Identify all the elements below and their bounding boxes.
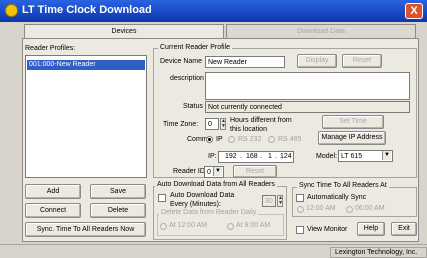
model-label: Model: (316, 153, 338, 160)
status-value: Not currently connected (205, 101, 410, 113)
view-monitor-label: View Monitor (307, 226, 348, 233)
comm-rs485-radio[interactable] (268, 136, 275, 143)
exit-button[interactable]: Exit (391, 222, 417, 236)
time-zone-label: Time Zone: (163, 121, 199, 128)
delete-12am-label: At 12:00 AM (169, 222, 208, 229)
description-label: description (170, 75, 204, 82)
ip-dot-2: . (260, 153, 262, 160)
chevron-down-icon[interactable]: ▼ (382, 151, 391, 160)
device-name-label: Device Name (160, 58, 203, 65)
comm-ip-label: IP (216, 136, 223, 143)
reader-profiles-label: Reader Profiles: (25, 45, 76, 52)
help-button[interactable]: Help (357, 222, 385, 236)
model-value: LT 615 (341, 153, 363, 160)
tab-download-data[interactable]: Download Data (226, 24, 416, 38)
ip-dot-3: . (275, 153, 277, 160)
close-button[interactable]: X (405, 3, 423, 19)
ip-dot-1: . (240, 153, 242, 160)
company-label: Lexington Technology, Inc. (330, 247, 427, 258)
set-time-button[interactable]: Set Time (322, 115, 384, 129)
ip-label: IP: (208, 153, 217, 160)
ip-octet-1: 192 (225, 153, 237, 160)
auto-download-checkbox[interactable] (158, 194, 166, 202)
ip-octet-2: 168 (246, 153, 258, 160)
sync-12am-label: 12:00 AM (306, 205, 336, 212)
tab-devices[interactable]: Devices (24, 24, 224, 38)
status-label: Status (183, 103, 203, 110)
sync-time-group-label: Sync Time To All Readers At (297, 182, 389, 189)
comm-rs232-label: RS 232 (238, 136, 262, 143)
minutes-input[interactable]: 30 (262, 195, 276, 207)
add-button[interactable]: Add (25, 184, 81, 199)
manage-ip-button[interactable]: Manage IP Address (318, 131, 386, 145)
reader-id-value: 0 (207, 169, 211, 176)
sync-6am-radio[interactable] (346, 206, 353, 213)
window-title: LT Time Clock Download (22, 4, 152, 16)
ip-octet-3: 1 (268, 153, 272, 160)
connect-button[interactable]: Connect (25, 203, 81, 218)
reset-button[interactable]: Reset (342, 54, 382, 68)
minutes-spinner[interactable]: ▲ ▼ (277, 195, 283, 207)
sync-time-all-button[interactable]: Sync. Time To All Readers Now (25, 222, 146, 237)
sync-time-group (292, 187, 417, 217)
auto-download-label-1: Auto Download Data (170, 192, 235, 199)
delete-9am-label: At 9:00 AM (236, 222, 271, 229)
device-name-input[interactable]: New Reader (205, 56, 285, 68)
sync-6am-label: 06:00 AM (355, 205, 385, 212)
comm-rs232-radio[interactable] (228, 136, 235, 143)
description-input[interactable] (205, 72, 410, 100)
auto-sync-label: Automatically Sync (307, 194, 367, 201)
list-item[interactable]: 001:000-New Reader (27, 60, 145, 70)
display-button[interactable]: Display (297, 54, 337, 68)
auto-sync-checkbox[interactable] (296, 194, 304, 202)
comm-rs485-label: RS 485 (278, 136, 302, 143)
reader-id-label: Reader ID: (173, 168, 207, 175)
time-zone-hint-2: this location (230, 126, 267, 133)
delete-9am-radio[interactable] (227, 223, 234, 230)
delete-12am-radio[interactable] (160, 223, 167, 230)
chevron-down-icon[interactable]: ▼ (213, 167, 222, 176)
ip-octet-4: 124 (280, 153, 292, 160)
time-zone-spinner[interactable]: ▲ ▼ (220, 118, 226, 130)
reader-profiles-list[interactable]: 001:000-New Reader (25, 55, 147, 178)
auto-download-group-label: Auto Download Data from All Readers (155, 181, 277, 188)
time-zone-input[interactable]: 0 (205, 118, 219, 130)
comm-ip-radio[interactable] (206, 136, 213, 143)
auto-download-label-2: Every (Minutes): (170, 201, 221, 208)
delete-button[interactable]: Delete (90, 203, 146, 218)
delete-daily-label: Delete Data from Reader Daily (159, 209, 259, 216)
sync-12am-radio[interactable] (297, 206, 304, 213)
view-monitor-checkbox[interactable] (296, 226, 304, 234)
save-button[interactable]: Save (90, 184, 146, 199)
time-zone-hint-1: Hours different from (230, 117, 292, 124)
reader-id-reset-button[interactable]: Reset (233, 165, 277, 178)
app-clock-icon (5, 4, 18, 17)
current-profile-group-label: Current Reader Profile (158, 44, 233, 51)
